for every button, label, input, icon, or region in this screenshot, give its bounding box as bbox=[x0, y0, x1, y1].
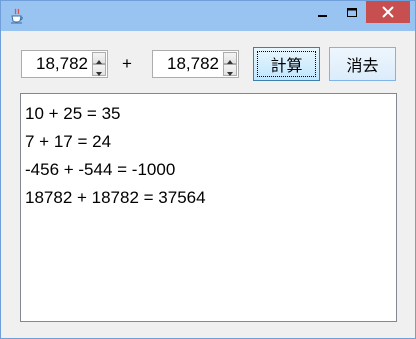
minimize-button[interactable] bbox=[308, 1, 337, 23]
second-number-spinner[interactable]: 18,782 bbox=[152, 50, 239, 78]
calculate-button[interactable]: 計算 bbox=[253, 47, 320, 81]
output-text-area[interactable]: 10 + 25 = 35 7 + 17 = 24 -456 + -544 = -… bbox=[20, 93, 397, 322]
maximize-icon bbox=[346, 3, 357, 22]
close-icon bbox=[382, 3, 394, 22]
second-spinner-down-button[interactable] bbox=[223, 64, 237, 76]
second-number-value[interactable]: 18,782 bbox=[153, 51, 222, 77]
focus-ring bbox=[257, 51, 316, 77]
maximize-button[interactable] bbox=[337, 1, 366, 23]
clear-button-label: 消去 bbox=[346, 56, 379, 75]
output-line: 7 + 17 = 24 bbox=[25, 132, 112, 151]
close-button[interactable] bbox=[366, 1, 410, 23]
title-bar[interactable] bbox=[1, 1, 415, 31]
output-line: -456 + -544 = -1000 bbox=[25, 160, 176, 179]
arrow-down-icon bbox=[96, 61, 102, 80]
app-window: 18,782 + 18,782 計算 消去 10 + 25 = 35 7 + 1… bbox=[0, 0, 416, 339]
arrow-down-icon bbox=[227, 61, 233, 80]
minimize-icon bbox=[317, 3, 328, 22]
first-number-spinner[interactable]: 18,782 bbox=[21, 50, 108, 78]
first-number-value[interactable]: 18,782 bbox=[22, 51, 91, 77]
clear-button[interactable]: 消去 bbox=[329, 47, 396, 81]
plus-operator: + bbox=[122, 54, 132, 73]
output-line: 10 + 25 = 35 bbox=[25, 104, 121, 123]
java-cup-icon bbox=[10, 8, 24, 24]
output-line: 18782 + 18782 = 37564 bbox=[25, 188, 206, 207]
content-panel: 18,782 + 18,782 計算 消去 10 + 25 = 35 7 + 1… bbox=[8, 31, 408, 330]
first-spinner-down-button[interactable] bbox=[92, 64, 106, 76]
